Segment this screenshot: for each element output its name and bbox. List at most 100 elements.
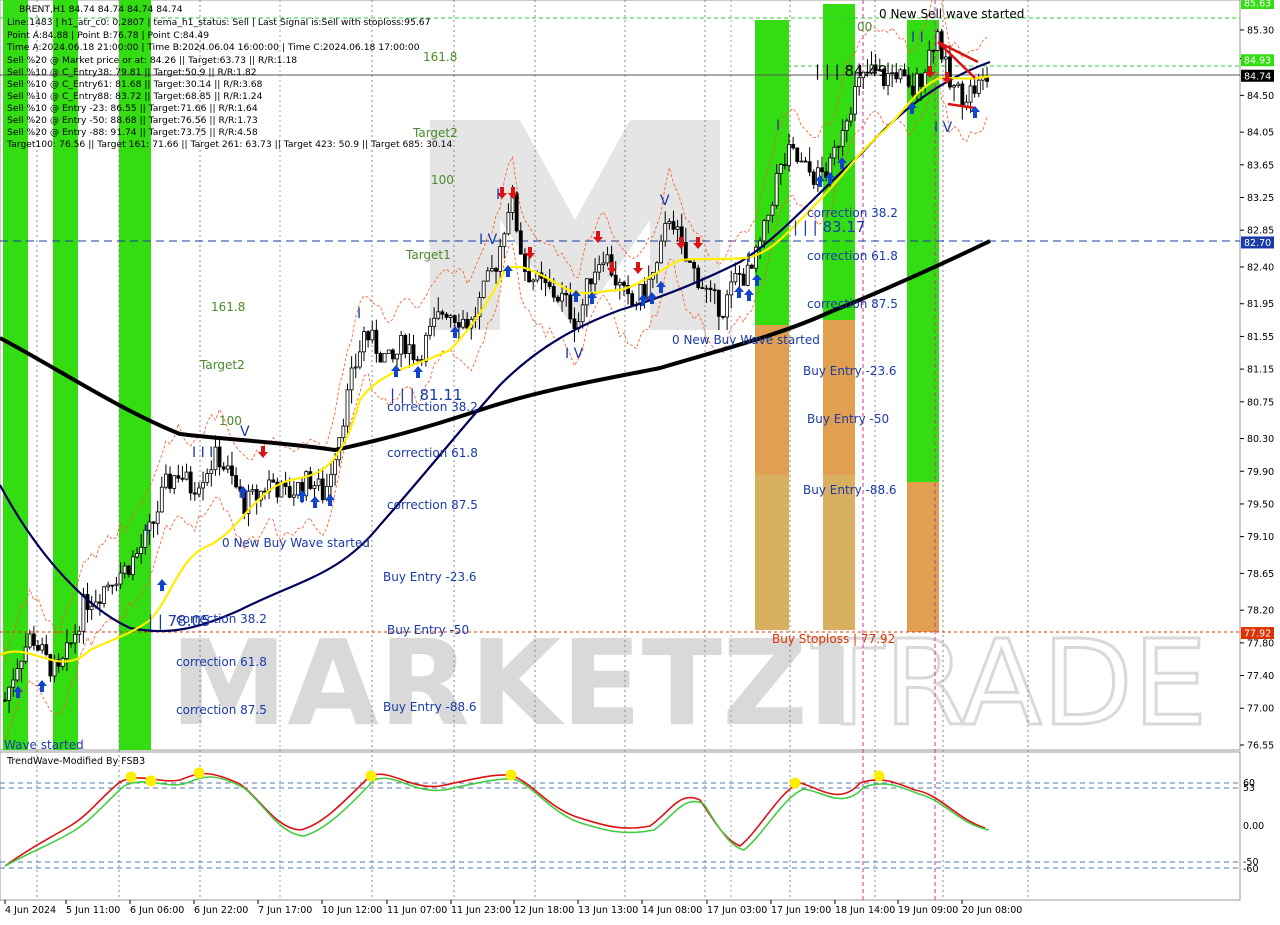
fib-level-label: 161.8 [423,50,457,64]
candle-body [234,475,238,488]
candle-body [902,69,907,77]
candle-body [448,315,453,318]
candle-body [597,264,602,273]
time-tick-label: 12 Jun 18:00 [514,905,574,916]
oscillator-plot-area[interactable] [0,751,1241,901]
price-tick-label: 80.75 [1247,397,1274,408]
candle-body [370,329,375,341]
candle-body [378,353,383,363]
candle-body [968,85,973,103]
fib-level-label: 100 [431,173,454,187]
candle-body [745,264,750,286]
candle-body [3,699,7,702]
correction-label: correction 87.5 [387,498,478,512]
candle-body [122,565,127,574]
candle-body [221,466,226,470]
wave-started-label: Wave started [4,738,84,752]
candle-body [126,565,131,576]
candle-body [894,72,899,80]
candle-body [667,221,672,224]
wave-count-label: I [496,187,500,203]
candle-body [395,353,399,360]
candle-body [287,486,292,498]
candle-body [791,143,796,149]
candle-body [593,271,597,285]
candle-body [688,260,692,263]
candle-body [952,85,956,88]
candle-body [106,584,111,588]
candle-body [341,425,346,438]
candle-body [44,644,49,655]
candle-body [357,351,362,368]
candle-body [329,474,333,487]
candle-body [807,161,812,173]
time-tick-label: 17 Jun 19:00 [771,905,831,916]
candle-body [444,313,449,318]
candle-body [176,475,181,479]
candle-body [180,477,185,480]
candle-body [23,646,28,662]
candle-body [915,73,919,96]
candle-body [671,221,676,230]
time-tick-label: 11 Jun 07:00 [387,905,447,916]
candle-body [217,446,222,468]
fib-level-label: 100 [219,414,242,428]
buy-entry-label: Buy Entry -88.6 [803,483,897,497]
candle-body [386,349,391,354]
correction-label: correction 61.8 [176,655,267,669]
candle-body [155,511,160,524]
correction-label: correction 87.5 [807,297,898,311]
candle-body [956,83,961,87]
price-tick-label: 81.55 [1247,332,1274,343]
candle-body [721,315,725,318]
candle-body [432,317,437,327]
candle-body [139,546,144,554]
candle-body [172,475,177,489]
candle-body [11,679,16,688]
candle-body [407,344,412,354]
candle-body [225,465,230,470]
candle-body [40,644,45,651]
candle-body [209,469,214,474]
candle-body [399,334,404,355]
candle-body [436,311,441,319]
chart-canvas[interactable]: MARKETZI TRADE 0 New Sell wave started 0… [0,0,1280,920]
candle-body [770,204,775,216]
candle-body [832,146,837,159]
time-tick-label: 18 Jun 14:00 [835,905,895,916]
candle-body [102,586,106,604]
candle-body [254,489,259,501]
candle-body [7,686,12,701]
price-tick-label: 82.40 [1247,262,1274,273]
candle-body [733,273,738,283]
orange-zone [907,482,939,632]
candle-body [518,230,523,255]
orange-zone [823,320,855,475]
new-buy-wave-label: 0 New Buy Wave started [222,536,370,550]
wave-count-label: V [660,193,670,209]
candle-body [192,492,197,495]
chart-window: MARKETZI TRADE 0 New Sell wave started 0… [0,0,1280,920]
candle-body [556,296,560,302]
info-line: Sell %20 @ Entry -50: 88.68 || Target:76… [7,115,258,126]
candle-body [696,267,701,289]
buy-entry-label: Buy Entry -23.6 [803,364,897,378]
candle-body [663,223,668,242]
wave-count-label: V [240,424,250,440]
candle-body [572,318,577,330]
time-tick-label: 17 Jun 03:00 [707,905,767,916]
candle-body [844,120,849,131]
candle-body [498,246,503,272]
candle-body [411,344,416,361]
candle-body [230,465,234,476]
candle-body [118,572,123,585]
price-tick-label: 76.55 [1247,741,1274,752]
candle-body [551,286,556,298]
candle-body [795,147,800,162]
candle-body [502,233,507,247]
price-tick-label: 77.00 [1247,704,1274,715]
candle-body [547,282,552,287]
candle-body [168,473,172,489]
candle-body [52,659,57,677]
candle-body [580,304,585,323]
